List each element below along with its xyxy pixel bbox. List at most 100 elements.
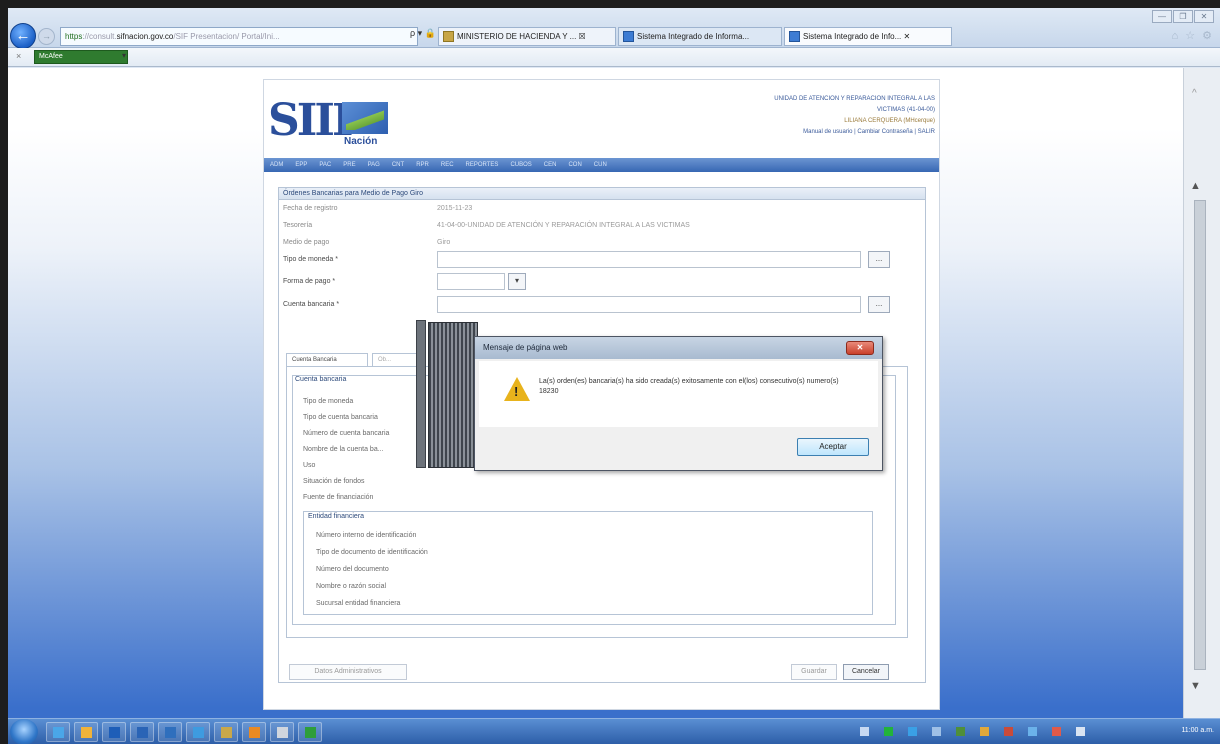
app-icon (165, 727, 176, 738)
app-icon (221, 727, 232, 738)
tray-icon[interactable] (1052, 727, 1061, 736)
menu-item[interactable]: CUN (588, 158, 613, 172)
field-label: Sucursal entidad financiera (316, 600, 401, 607)
taskbar-app[interactable] (214, 722, 238, 742)
tray-icon[interactable] (1076, 727, 1085, 736)
menu-item[interactable]: CNT (386, 158, 410, 172)
site-icon (443, 31, 454, 42)
menu-item[interactable]: CUBOS (504, 158, 537, 172)
site-icon (623, 31, 634, 42)
tab-cuenta-bancaria[interactable]: Cuenta Bancaria (286, 353, 368, 367)
address-path: /SIF Presentacion/ Portal/Ini... (173, 32, 280, 41)
tab-siif-2[interactable]: Sistema Integrado de Info... ✕ (784, 27, 952, 46)
chart-logo-icon (342, 102, 388, 134)
panel-title: Órdenes Bancarias para Medio de Pago Gir… (279, 188, 925, 200)
group-title: Cuenta bancaria (295, 376, 347, 383)
tray-icon[interactable] (1028, 727, 1037, 736)
tray-icon[interactable] (980, 727, 989, 736)
aceptar-button[interactable]: Aceptar (797, 438, 869, 456)
taskbar-app[interactable] (74, 722, 98, 742)
app-icon (137, 727, 148, 738)
field-label: Situación de fondos (303, 478, 365, 485)
address-tools[interactable]: ρ ▾ 🔒 (410, 28, 436, 39)
taskbar-app[interactable] (46, 722, 70, 742)
dialog-close-button[interactable]: ✕ (846, 341, 874, 355)
chevron-down-icon[interactable]: ▾ (508, 273, 526, 290)
field-label: Tipo de cuenta bancaria (303, 414, 378, 421)
tipo-moneda-lookup-button[interactable]: ... (868, 251, 890, 268)
scroll-up-icon[interactable]: ▲ (1190, 180, 1201, 192)
forma-pago-select[interactable] (437, 273, 505, 290)
taskbar-app[interactable] (242, 722, 266, 742)
close-window-button[interactable]: ✕ (1194, 10, 1214, 23)
taskbar-app[interactable] (298, 722, 322, 742)
taskbar-app[interactable] (130, 722, 154, 742)
cancelar-button[interactable]: Cancelar (843, 664, 889, 680)
group-title: Entidad financiera (308, 513, 365, 520)
address-bar[interactable]: https://consult.sifnacion.gov.co/SIF Pre… (60, 27, 418, 46)
field-label: Tipo de moneda (303, 398, 354, 405)
tab-other[interactable]: Ob... (372, 353, 420, 367)
address-domain: sifnacion.gov.co (116, 32, 174, 41)
fecha-label: Fecha de registro (283, 205, 338, 212)
mcafee-addon-button[interactable]: McAfee (34, 50, 128, 64)
tab-siif-1[interactable]: Sistema Integrado de Informa... (618, 27, 782, 46)
taskbar-app[interactable] (158, 722, 182, 742)
header-links[interactable]: Manual de usuario | Cambiar Contraseña |… (645, 127, 935, 138)
scroll-down-icon[interactable]: ▼ (1190, 680, 1201, 692)
tesoreria-label: Tesorería (283, 222, 313, 229)
user-name: LILIANA CERQUERA (MHcerque) (844, 118, 935, 124)
tray-icon[interactable] (1004, 727, 1013, 736)
menu-item[interactable]: ADM (264, 158, 289, 172)
home-favorites-settings-icons[interactable]: ⌂ ☆ ⚙ (1172, 29, 1214, 42)
logo-subtext: Nación (344, 136, 378, 147)
vertical-scrollbar[interactable]: ^ ▲ ▼ (1183, 68, 1220, 718)
menu-item[interactable]: PRE (337, 158, 361, 172)
menu-item[interactable]: REPORTES (460, 158, 505, 172)
entity-line-1: UNIDAD DE ATENCION Y REPARACION INTEGRAL… (774, 96, 935, 102)
tab-ministerio[interactable]: MINISTERIO DE HACIENDA Y ... ☒ (438, 27, 616, 46)
dialog-shadow-trail (428, 322, 478, 468)
scroll-top-icon[interactable]: ^ (1192, 88, 1197, 99)
start-button[interactable] (10, 719, 38, 744)
dialog-title: Mensaje de página web (475, 337, 882, 359)
guardar-button[interactable]: Guardar (791, 664, 837, 680)
menu-item[interactable]: RPR (410, 158, 435, 172)
field-label: Tipo de documento de identificación (316, 549, 428, 556)
app-icon (249, 727, 260, 738)
browser-titlebar: ← → https://consult.sifnacion.gov.co/SIF… (8, 8, 1220, 49)
chevron-down-icon[interactable]: ▾ (122, 51, 126, 60)
menu-item[interactable]: EPP (289, 158, 313, 172)
forward-button[interactable]: → (38, 28, 55, 45)
tray-icon[interactable] (860, 727, 869, 736)
tray-icon[interactable] (932, 727, 941, 736)
fecha-value: 2015-11-23 (437, 205, 473, 212)
back-button[interactable]: ← (10, 23, 36, 49)
taskbar-app[interactable] (186, 722, 210, 742)
minimize-button[interactable]: — (1152, 10, 1172, 23)
close-toolbar-icon[interactable]: × (16, 51, 21, 61)
main-menu: ADM EPP PAC PRE PAG CNT RPR REC REPORTES CUBOS CEN… (264, 158, 939, 172)
menu-item[interactable]: REC (435, 158, 460, 172)
cuenta-lookup-button[interactable]: ... (868, 296, 890, 313)
tipo-moneda-field[interactable] (437, 251, 861, 268)
menu-item[interactable]: PAC (313, 158, 337, 172)
browser-toolbar: × McAfee ▾ (8, 48, 1220, 67)
taskbar-app[interactable] (270, 722, 294, 742)
menu-item[interactable]: CON (562, 158, 587, 172)
tray-icon[interactable] (956, 727, 965, 736)
tray-icon[interactable] (908, 727, 917, 736)
cuenta-bancaria-field[interactable] (437, 296, 861, 313)
forma-pago-label: Forma de pago * (283, 278, 336, 285)
tray-icon[interactable] (884, 727, 893, 736)
taskbar-app[interactable] (102, 722, 126, 742)
medio-pago-label: Medio de pago (283, 239, 330, 246)
datos-administrativos-button[interactable]: Datos Administrativos (289, 664, 407, 680)
menu-item[interactable]: CEN (538, 158, 563, 172)
tab-label: Sistema Integrado de Info... ✕ (803, 32, 911, 41)
scrollbar-thumb[interactable] (1194, 200, 1206, 670)
menu-item[interactable]: PAG (362, 158, 386, 172)
maximize-button[interactable]: ❐ (1173, 10, 1193, 23)
clock[interactable]: 11:00 a.m. (1181, 727, 1214, 734)
warning-icon (504, 377, 530, 401)
